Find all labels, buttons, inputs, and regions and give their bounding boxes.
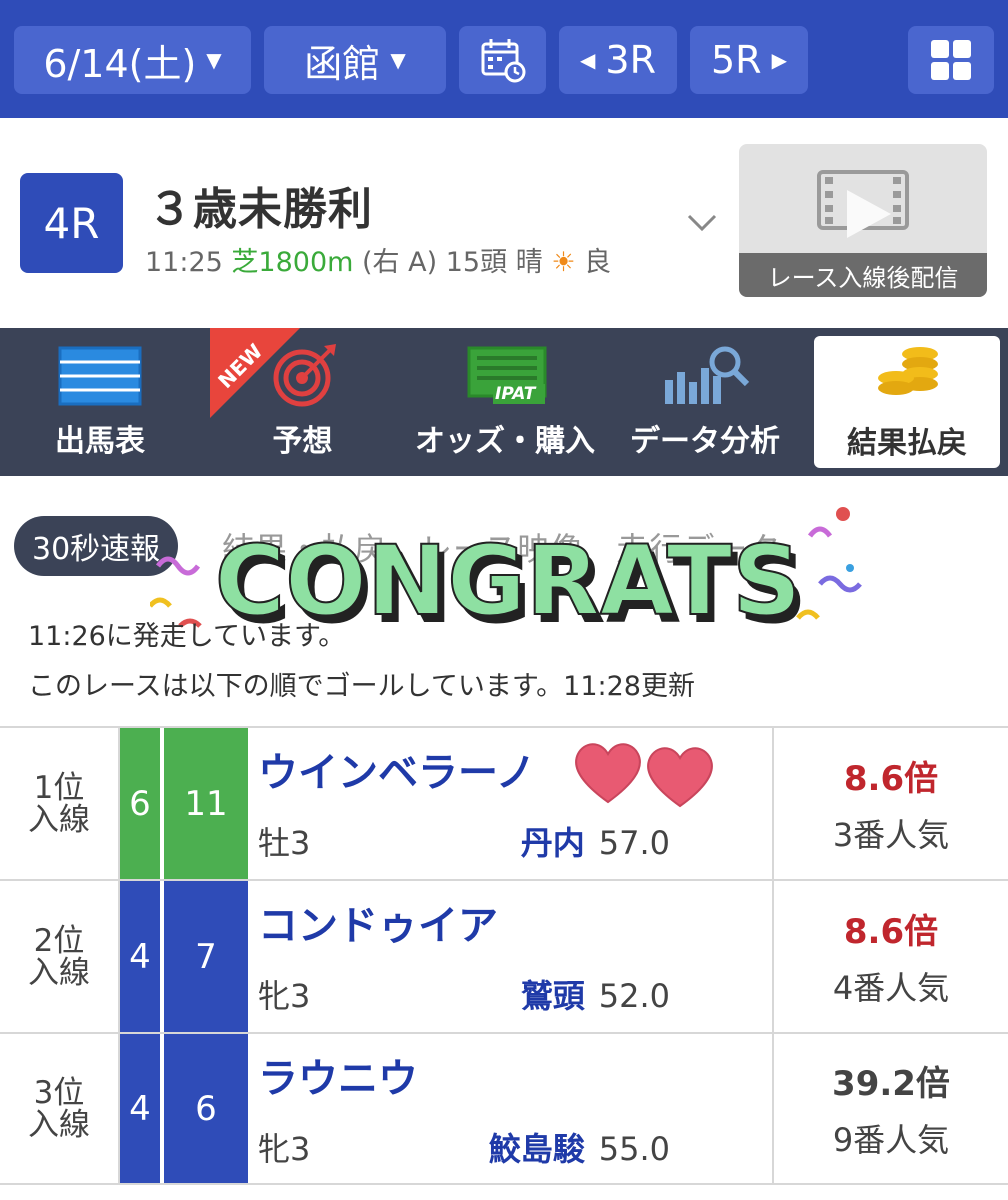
table-row[interactable]: 1位 入線 6 11 ウインベラーノ 牡3 丹内 57.0 8.6倍 3番人気 xyxy=(0,726,1008,879)
sex-age: 牝3 xyxy=(258,1130,311,1168)
tab-data-analysis[interactable]: データ分析 xyxy=(605,328,805,476)
result-summary: 結果・払戻 レース映像 走行データ 30秒速報 CONGRATS CONGRAT… xyxy=(0,476,1008,726)
place-rank: 2位 xyxy=(33,922,85,959)
expand-chevron-icon[interactable] xyxy=(686,206,718,241)
place-status: 入線 xyxy=(28,1106,90,1143)
tab-label: 出馬表 xyxy=(55,424,145,459)
odds-cell: 8.6倍 4番人気 xyxy=(772,881,1008,1032)
calendar-button[interactable] xyxy=(459,26,546,94)
race-weather: 晴 xyxy=(515,247,543,278)
hearts-sticker xyxy=(575,743,713,808)
race-time: 11:25 xyxy=(145,247,223,278)
top-navigation-bar: 6/14(土) ▼ 函館 ▼ ◀ 3R 5R ▶ xyxy=(0,0,1008,118)
carried-weight: 52.0 xyxy=(598,977,670,1015)
tab-odds-purchase[interactable]: IPAT オッズ・購入 xyxy=(405,328,605,476)
odds-cell: 8.6倍 3番人気 xyxy=(772,728,1008,879)
venue-label: 函館 xyxy=(304,41,381,86)
horse-number: 6 xyxy=(164,1034,248,1183)
popularity: 9番人気 xyxy=(832,1121,950,1159)
sub-tabs[interactable]: 結果・払戻 レース映像 走行データ xyxy=(222,524,781,570)
race-course: 芝1800m xyxy=(231,247,354,278)
video-film-icon xyxy=(817,170,909,238)
win-odds: 39.2倍 xyxy=(832,1064,950,1104)
race-number-badge: 4R xyxy=(20,173,123,273)
race-going: 良 xyxy=(584,247,612,278)
finish-notice: このレースは以下の順でゴールしています。11:28更新 xyxy=(28,671,695,702)
jockey-name[interactable]: 鷲頭 xyxy=(521,977,585,1015)
triangle-left-icon: ◀ xyxy=(580,48,596,72)
finish-position: 3位 入線 xyxy=(0,1034,120,1183)
jockey-name[interactable]: 鮫島駿 xyxy=(489,1130,585,1168)
calendar-refresh-icon xyxy=(481,39,525,83)
next-race-button[interactable]: 5R ▶ xyxy=(690,26,808,94)
tab-race-card[interactable]: 出馬表 xyxy=(0,328,200,476)
triangle-right-icon: ▶ xyxy=(771,48,787,72)
flash-report-pill[interactable]: 30秒速報 xyxy=(14,516,179,576)
horse-number: 7 xyxy=(164,881,248,1032)
sex-age: 牡3 xyxy=(258,824,311,862)
tab-label: 予想 xyxy=(272,424,333,459)
race-header: 4R ３歳未勝利 11:25 芝1800m (右 A) 15頭 晴 ☀ 良 レー… xyxy=(0,118,1008,328)
place-status: 入線 xyxy=(28,954,90,991)
race-video-thumbnail[interactable]: レース入線後配信 xyxy=(739,144,987,297)
horse-name[interactable]: コンドゥイア xyxy=(258,893,498,951)
bracket-number: 6 xyxy=(120,728,162,879)
date-selector[interactable]: 6/14(土) ▼ xyxy=(14,26,251,94)
jockey-weight: 鮫島駿 55.0 xyxy=(489,1124,670,1170)
race-card-icon xyxy=(58,346,142,406)
video-caption: レース入線後配信 xyxy=(739,253,987,297)
chart-magnifier-icon xyxy=(665,346,750,404)
start-notice: 11:26に発走しています。 xyxy=(28,621,346,652)
horse-name[interactable]: ラウニウ xyxy=(258,1046,418,1104)
table-row[interactable]: 2位 入線 4 7 コンドゥイア 牝3 鷲頭 52.0 8.6倍 4番人気 xyxy=(0,879,1008,1032)
tab-label: オッズ・購入 xyxy=(415,424,595,459)
prev-race-button[interactable]: ◀ 3R xyxy=(559,26,677,94)
coins-icon xyxy=(878,347,938,395)
race-info: 11:25 芝1800m (右 A) 15頭 晴 ☀ 良 xyxy=(145,240,611,279)
race-direction: (右 A) xyxy=(362,247,438,278)
tab-label: 結果払戻 xyxy=(847,426,967,461)
jockey-weight: 鷲頭 52.0 xyxy=(521,971,670,1017)
finish-position: 1位 入線 xyxy=(0,728,120,879)
menu-grid-button[interactable] xyxy=(908,26,994,94)
place-rank: 3位 xyxy=(33,1074,85,1111)
horse-number: 11 xyxy=(164,728,248,879)
jockey-weight: 丹内 57.0 xyxy=(521,818,670,864)
race-title: ３歳未勝利 xyxy=(148,184,373,235)
tab-results-payout[interactable]: 結果払戻 xyxy=(814,336,1000,468)
odds-cell: 39.2倍 9番人気 xyxy=(772,1034,1008,1183)
win-odds: 8.6倍 xyxy=(843,759,939,799)
prev-race-label: 3R xyxy=(605,38,656,82)
next-race-label: 5R xyxy=(711,38,762,82)
win-odds: 8.6倍 xyxy=(843,912,939,952)
sun-icon: ☀ xyxy=(551,247,576,278)
chevron-down-icon: ▼ xyxy=(206,48,222,72)
carried-weight: 55.0 xyxy=(598,1130,670,1168)
place-rank: 1位 xyxy=(33,769,85,806)
bracket-number: 4 xyxy=(120,1034,162,1183)
sex-age: 牝3 xyxy=(258,977,311,1015)
jockey-name[interactable]: 丹内 xyxy=(521,824,585,862)
popularity: 3番人気 xyxy=(832,816,950,854)
popularity: 4番人気 xyxy=(832,969,950,1007)
date-label: 6/14(土) xyxy=(43,41,197,86)
bracket-number: 4 xyxy=(120,881,162,1032)
chevron-down-icon: ▼ xyxy=(390,48,406,72)
race-menu-tabs: 出馬表 予想 NEW IPAT オッズ・購入 データ分析 結果払戻 xyxy=(0,328,1008,476)
finish-position: 2位 入線 xyxy=(0,881,120,1032)
grid-icon xyxy=(931,40,971,80)
ipat-label: IPAT xyxy=(495,384,536,404)
new-badge: NEW xyxy=(210,328,300,418)
venue-selector[interactable]: 函館 ▼ xyxy=(264,26,446,94)
race-runners: 15頭 xyxy=(445,247,508,278)
place-status: 入線 xyxy=(28,801,90,838)
horse-name[interactable]: ウインベラーノ xyxy=(258,740,536,798)
tab-label: データ分析 xyxy=(630,424,780,459)
table-row[interactable]: 3位 入線 4 6 ラウニウ 牝3 鮫島駿 55.0 39.2倍 9番人気 xyxy=(0,1032,1008,1185)
carried-weight: 57.0 xyxy=(598,824,670,862)
